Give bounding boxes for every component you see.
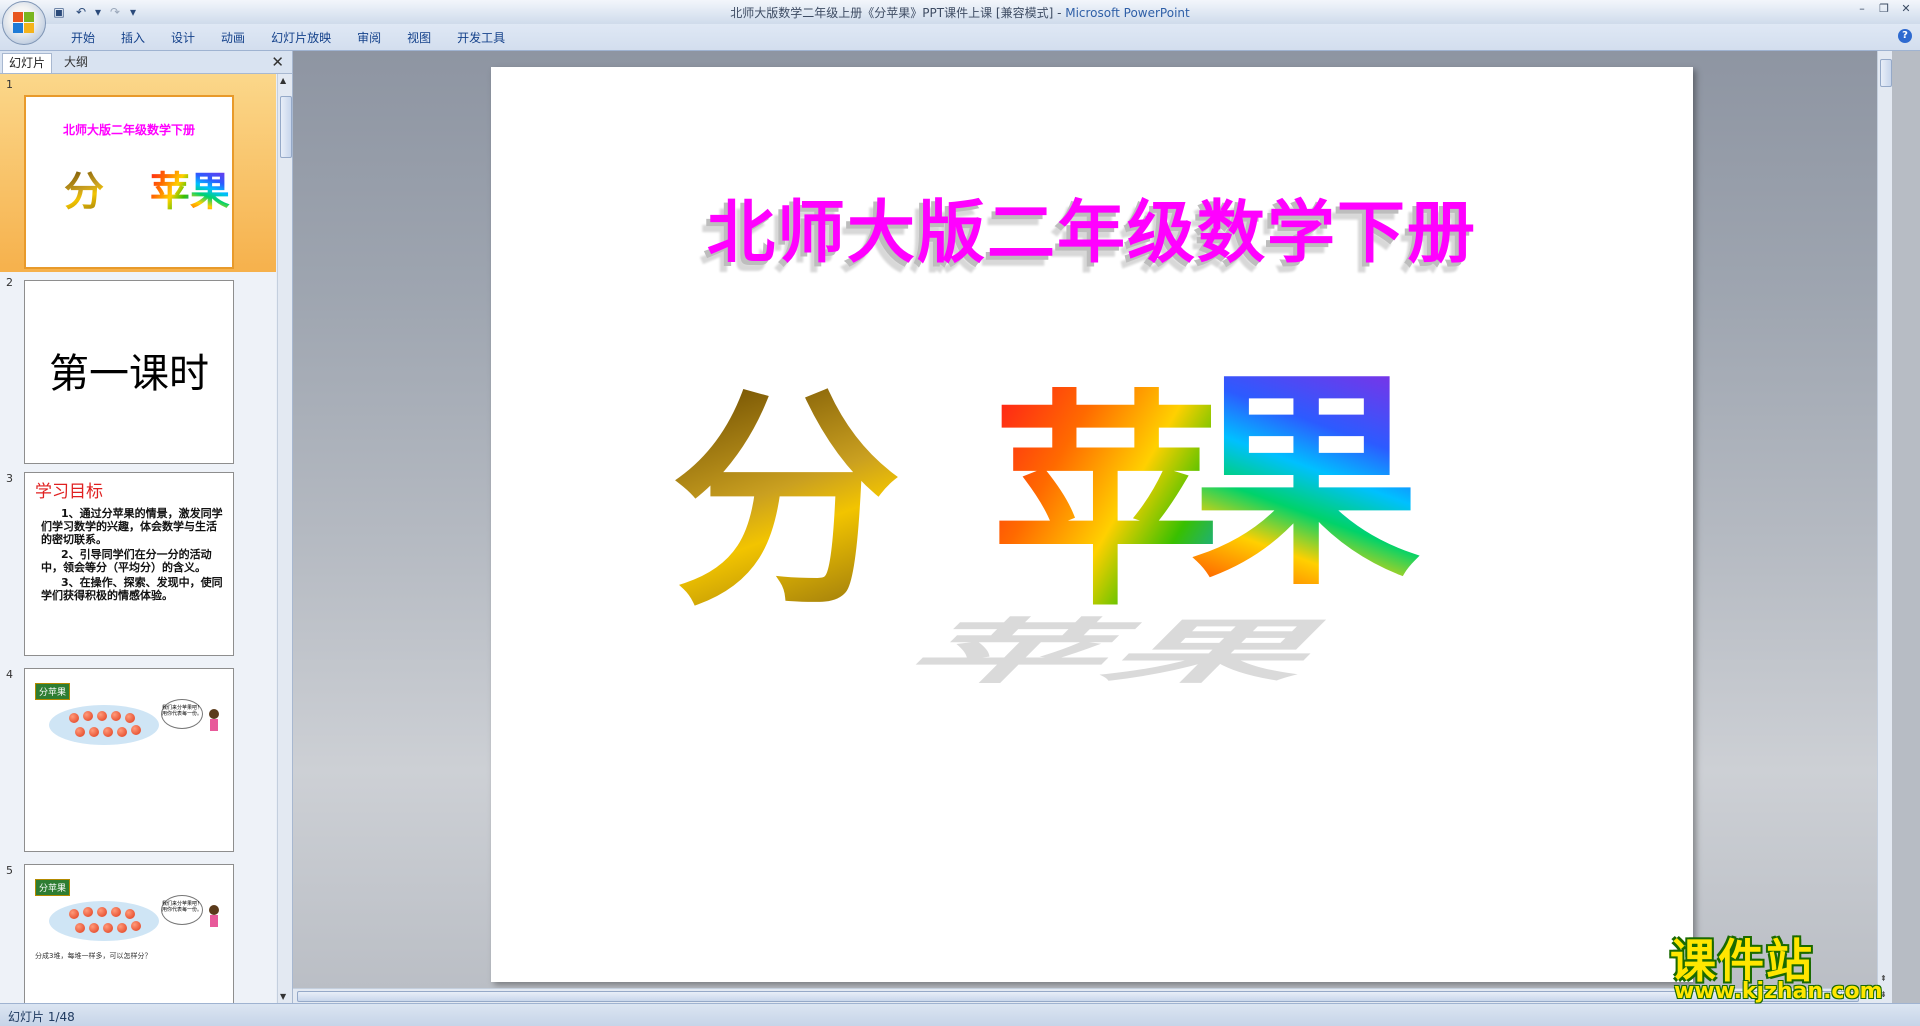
thumbnail-body: 1、通过分苹果的情景，激发同学们学习数学的兴趣，体会数学与生活的密切联系。 2、… [41, 507, 223, 604]
title-separator: - [1053, 6, 1066, 20]
window-controls: – ❐ ✕ [1852, 2, 1916, 18]
scroll-thumb[interactable] [280, 96, 292, 158]
close-pane-icon[interactable]: ✕ [271, 53, 284, 71]
thumbnail-tag: 分苹果 [35, 683, 71, 700]
restore-icon[interactable]: ❐ [1874, 2, 1894, 18]
thumbnail-tag: 分苹果 [35, 879, 71, 896]
close-icon[interactable]: ✕ [1896, 2, 1916, 18]
thumbnail-chars: 分 苹果 [64, 159, 230, 217]
pane-tabs: 幻灯片 大纲 ✕ [0, 51, 292, 74]
slide-thumbnail-4[interactable]: 分苹果 我们来分苹果吧！用你代表每一份。 [24, 668, 234, 852]
ribbon: 开始 插入 设计 动画 幻灯片放映 审阅 视图 开发工具 ? [0, 24, 1920, 51]
tab-developer[interactable]: 开发工具 [444, 29, 518, 47]
thumbnail-row-4[interactable]: 4 分苹果 我们来分苹果吧！用你代表每一份。 [0, 664, 276, 860]
tab-slideshow[interactable]: 幻灯片放映 [258, 29, 344, 47]
title-bar: ▣ ↶ ▾ ↷ ▾ 北师大版数学二年级上册《分苹果》PPT课件上课 [兼容模式]… [0, 0, 1920, 45]
current-slide[interactable]: 北师大版二年级数学下册 苹果 分 苹 果 [491, 67, 1693, 982]
slide-number: 2 [6, 276, 13, 289]
thumbnail-heading: 学习目标 [35, 482, 103, 502]
speech-bubble: 我们来分苹果吧！用你代表每一份。 [161, 699, 203, 729]
slide-number: 4 [6, 668, 13, 681]
tab-review[interactable]: 审阅 [344, 29, 394, 47]
slide-thumbnail-2[interactable]: 第一课时 [24, 280, 234, 464]
girl-figure [207, 709, 221, 735]
thumb-char-fen: 分 [64, 168, 104, 215]
ribbon-tabs: 开始 插入 设计 动画 幻灯片放映 审阅 视图 开发工具 [58, 29, 518, 47]
document-title: 北师大版数学二年级上册《分苹果》PPT课件上课 [兼容模式] [730, 6, 1054, 20]
scroll-thumb[interactable] [297, 991, 1859, 1002]
slide-title[interactable]: 北师大版二年级数学下册 [491, 177, 1693, 276]
slide-thumbnails: 1 北师大版二年级数学下册 分 苹果 2 第一课时 3 学习目标 1、通过分苹果… [0, 74, 276, 1003]
window-title: 北师大版数学二年级上册《分苹果》PPT课件上课 [兼容模式] - Microso… [0, 4, 1920, 21]
watermark-url: www.kjzhan.com [1674, 979, 1883, 1004]
editor-vertical-scrollbar[interactable]: ⇞ ⇟ [1877, 51, 1892, 1003]
wordart-char-guo[interactable]: 果 [1191, 367, 1421, 597]
app-name: Microsoft PowerPoint [1065, 6, 1190, 20]
slide-thumbnail-5[interactable]: 分苹果 我们来分苹果吧！用你代表每一份。 分成3堆，每堆一样多，可以怎样分？ [24, 864, 234, 1003]
slide-number: 5 [6, 864, 13, 877]
tab-home[interactable]: 开始 [58, 29, 108, 47]
slides-pane: 幻灯片 大纲 ✕ 1 北师大版二年级数学下册 分 苹果 2 第一课时 3 学习目… [0, 51, 293, 1003]
thumbnail-row-3[interactable]: 3 学习目标 1、通过分苹果的情景，激发同学们学习数学的兴趣，体会数学与生活的密… [0, 468, 276, 664]
wordart-char-fen[interactable]: 分 [671, 387, 901, 617]
slide-thumbnail-3[interactable]: 学习目标 1、通过分苹果的情景，激发同学们学习数学的兴趣，体会数学与生活的密切联… [24, 472, 234, 656]
tab-design[interactable]: 设计 [158, 29, 208, 47]
thumbnail-footnote: 分成3堆，每堆一样多，可以怎样分？ [35, 952, 152, 960]
objective-item: 3、在操作、探索、发现中，使同学们获得积极的情感体验。 [41, 576, 223, 602]
slide-thumbnail-1[interactable]: 北师大版二年级数学下册 分 苹果 [24, 95, 234, 269]
wordart-char-ping[interactable]: 苹 [991, 387, 1221, 617]
thumb-char-guo: 果 [189, 168, 230, 215]
status-bar: 幻灯片 1/48 [0, 1003, 1920, 1026]
thumbnails-scrollbar[interactable]: ▲ ▼ [277, 74, 292, 1003]
tab-insert[interactable]: 插入 [108, 29, 158, 47]
minimize-icon[interactable]: – [1852, 2, 1872, 18]
girl-figure [207, 905, 221, 931]
thumbnail-title: 北师大版二年级数学下册 [62, 123, 195, 137]
tab-slides[interactable]: 幻灯片 [2, 53, 53, 73]
slide-number: 1 [6, 78, 13, 91]
thumbnail-row-5[interactable]: 5 分苹果 我们来分苹果吧！用你代表每一份。 分成3堆，每堆一样多，可以怎样分？ [0, 860, 276, 1003]
tab-animations[interactable]: 动画 [208, 29, 258, 47]
help-icon[interactable]: ? [1898, 29, 1912, 43]
scroll-up-icon[interactable]: ▲ [280, 76, 286, 85]
apple-plate [49, 901, 159, 941]
tab-view[interactable]: 视图 [394, 29, 444, 47]
speech-bubble: 我们来分苹果吧！用你代表每一份。 [161, 895, 203, 925]
watermark-logo: 课件站 www.kjzhan.com [1668, 925, 1908, 1004]
thumbnail-row-1[interactable]: 1 北师大版二年级数学下册 分 苹果 [0, 74, 276, 272]
objective-item: 1、通过分苹果的情景，激发同学们学习数学的兴趣，体会数学与生活的密切联系。 [41, 507, 223, 546]
office-logo-icon [13, 12, 35, 34]
editor-horizontal-scrollbar[interactable] [293, 988, 1878, 1003]
slide-editor: 北师大版二年级数学下册 苹果 分 苹 果 ⇞ ⇟ [293, 51, 1892, 1003]
apple-plate [49, 705, 159, 745]
objective-item: 2、引导同学们在分一分的活动中，领会等分（平均分）的含义。 [41, 548, 212, 574]
scroll-down-icon[interactable]: ▼ [280, 992, 286, 1001]
thumbnail-row-2[interactable]: 2 第一课时 [0, 272, 276, 468]
office-button[interactable] [2, 1, 46, 45]
slide-counter: 幻灯片 1/48 [8, 1010, 75, 1024]
slide-number: 3 [6, 472, 13, 485]
thumbnail-text: 第一课时 [49, 351, 209, 397]
scroll-thumb[interactable] [1880, 59, 1892, 87]
tab-outline[interactable]: 大纲 [58, 53, 94, 72]
thumb-char-ping: 苹 [149, 168, 190, 215]
